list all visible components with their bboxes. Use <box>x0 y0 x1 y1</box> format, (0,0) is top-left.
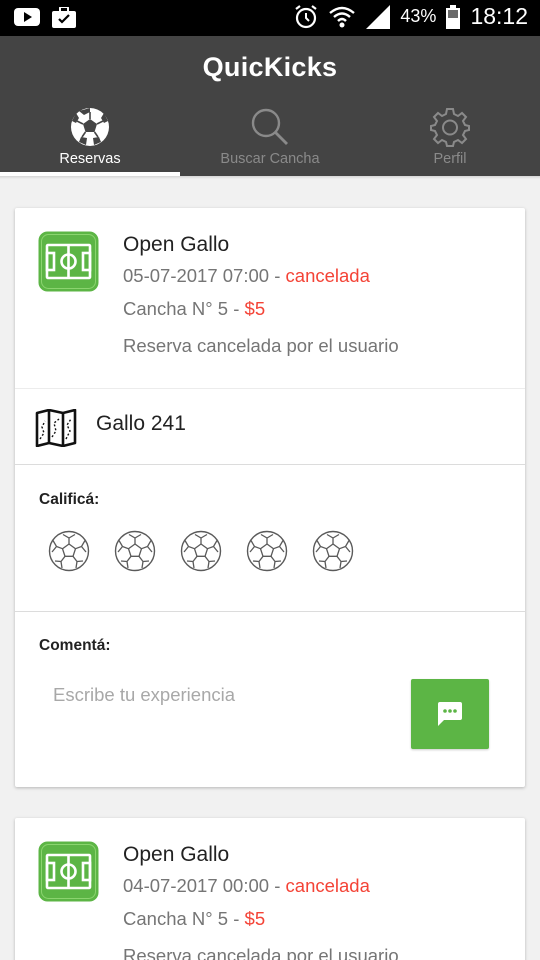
separator: - <box>269 875 286 896</box>
court-number: Cancha N° 5 <box>123 908 229 929</box>
soccer-field-icon <box>38 841 99 902</box>
rating-ball-5-icon[interactable] <box>312 530 354 572</box>
comment-label: Comentá: <box>39 637 111 654</box>
status-badge: cancelada <box>285 265 370 286</box>
tab-label: Buscar Cancha <box>220 151 320 167</box>
battery-percent: 43% <box>400 6 437 26</box>
tab-reservas[interactable]: Reservas <box>0 104 180 176</box>
chat-bubble-icon <box>438 702 462 726</box>
comment-section: Comentá: <box>15 611 525 787</box>
rating-ball-3-icon[interactable] <box>180 530 222 572</box>
rating-ball-1-icon[interactable] <box>48 530 90 572</box>
reservation-note: Reserva cancelada por el usuario <box>123 945 399 960</box>
court-price-line: Cancha N° 5 - $5 <box>123 298 265 320</box>
briefcase-icon <box>52 7 76 28</box>
map-icon <box>35 409 77 447</box>
status-bar: 43% 18:12 <box>0 0 540 36</box>
search-icon <box>251 108 288 145</box>
soccer-field-icon <box>38 231 99 292</box>
price: $5 <box>244 298 266 319</box>
rating-ball-4-icon[interactable] <box>246 530 288 572</box>
signal-icon <box>366 4 391 29</box>
wifi-icon <box>329 6 356 27</box>
gear-icon <box>430 108 470 147</box>
tab-buscar-cancha[interactable]: Buscar Cancha <box>180 104 360 176</box>
alarm-icon <box>295 4 318 28</box>
tab-bar-shadow <box>0 176 540 179</box>
venue-address: Gallo 241 <box>96 412 186 435</box>
reservation-note: Reserva cancelada por el usuario <box>123 335 399 356</box>
venue-name: Open Gallo <box>123 843 230 866</box>
rating-section: Calificá: <box>15 464 525 611</box>
reservation-datetime-line: 05-07-2017 07:00 - cancelada <box>123 265 370 287</box>
reservation-datetime-line: 04-07-2017 00:00 - cancelada <box>123 875 370 897</box>
send-comment-button[interactable] <box>411 679 489 749</box>
tab-perfil[interactable]: Perfil <box>360 104 540 176</box>
separator: - <box>228 908 245 929</box>
reservation-card: Open Gallo 05-07-2017 07:00 - cancelada … <box>15 208 525 787</box>
soccer-ball-icon <box>71 108 109 146</box>
comment-input[interactable] <box>53 678 393 712</box>
rating-label: Calificá: <box>39 491 100 508</box>
app-bar: QuicKicks Reservas Buscar Cancha Perfil <box>0 36 540 176</box>
status-badge: cancelada <box>285 875 370 896</box>
separator: - <box>269 265 286 286</box>
price: $5 <box>244 908 266 929</box>
clock: 18:12 <box>470 3 528 29</box>
tab-label: Reservas <box>59 151 121 167</box>
court-number: Cancha N° 5 <box>123 298 229 319</box>
reservation-card: Open Gallo 04-07-2017 00:00 - cancelada … <box>15 818 525 960</box>
reservation-datetime: 05-07-2017 07:00 <box>123 265 270 286</box>
address-row[interactable]: Gallo 241 <box>15 388 525 464</box>
youtube-icon <box>14 8 40 26</box>
rating-ball-2-icon[interactable] <box>114 530 156 572</box>
tab-label: Perfil <box>433 151 467 167</box>
battery-icon <box>446 4 461 29</box>
app-title: QuicKicks <box>202 52 338 82</box>
reservation-datetime: 04-07-2017 00:00 <box>123 875 270 896</box>
separator: - <box>228 298 245 319</box>
venue-name: Open Gallo <box>123 233 230 256</box>
court-price-line: Cancha N° 5 - $5 <box>123 908 265 930</box>
